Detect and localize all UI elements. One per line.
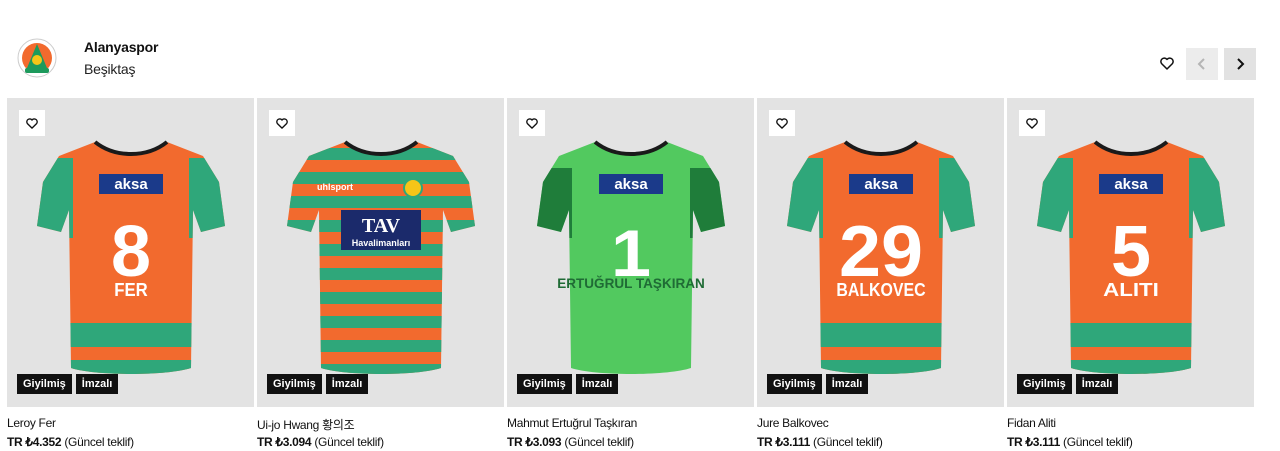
club-name[interactable]: Alanyaspor xyxy=(84,39,158,55)
product-name[interactable]: Ui-jo Hwang 황의조 xyxy=(257,416,355,433)
product-image[interactable]: aksa 5 ALITI xyxy=(1007,98,1254,407)
player-print-text: FER xyxy=(114,280,147,300)
jersey-icon xyxy=(287,142,475,374)
product-card[interactable]: aksa 1 ERTUĞRUL TAŞKIRAN Giyilmiş İmzalı Ma… xyxy=(507,98,754,451)
heart-icon[interactable] xyxy=(269,110,295,136)
sponsor-text: aksa xyxy=(864,176,898,193)
player-print-text: BALKOVEC xyxy=(836,280,925,300)
price-value: TR ₺3.111 xyxy=(1007,435,1060,449)
crest-icon xyxy=(403,178,423,198)
sponsor-text: aksa xyxy=(1114,176,1148,193)
product-price: TR ₺3.111 (Güncel teklif) xyxy=(1007,435,1133,449)
product-name[interactable]: Fidan Aliti xyxy=(1007,416,1056,430)
signed-tag[interactable]: İmzalı xyxy=(75,374,119,394)
heart-icon[interactable] xyxy=(519,110,545,136)
product-price: TR ₺4.352 (Güncel teklif) xyxy=(7,435,134,449)
product-image[interactable]: aksa 29 BALKOVEC xyxy=(757,98,1004,407)
signed-tag[interactable]: İmzalı xyxy=(325,374,369,394)
worn-tag[interactable]: Giyilmiş xyxy=(767,374,822,394)
product-card[interactable]: aksa 29 BALKOVEC Giyilmiş İmzalı Jure Balko… xyxy=(757,98,1004,451)
product-price: TR ₺3.094 (Güncel teklif) xyxy=(257,435,384,449)
product-card[interactable]: TAV Havalimanları uhlsport Giyilmiş İmzalı … xyxy=(257,98,504,451)
header: Alanyaspor Beşiktaş xyxy=(0,0,1280,98)
chevron-left-icon xyxy=(1197,58,1205,70)
price-value: TR ₺3.094 xyxy=(257,435,312,449)
player-print-text: ALITI xyxy=(1103,280,1159,300)
favorite-heart-icon[interactable] xyxy=(1155,51,1179,75)
worn-tag[interactable]: Giyilmiş xyxy=(267,374,322,394)
price-value: TR ₺4.352 xyxy=(7,435,62,449)
price-note: (Güncel teklif) xyxy=(813,435,883,449)
sponsor-text: aksa xyxy=(114,176,148,193)
carousel-prev-button[interactable] xyxy=(1186,48,1218,80)
price-note: (Güncel teklif) xyxy=(564,435,634,449)
signed-tag[interactable]: İmzalı xyxy=(575,374,619,394)
worn-tag[interactable]: Giyilmiş xyxy=(17,374,72,394)
product-price: TR ₺3.093 (Güncel teklif) xyxy=(507,435,634,449)
opponent-name: Beşiktaş xyxy=(84,61,136,77)
product-image[interactable]: TAV Havalimanları uhlsport xyxy=(257,98,504,407)
product-card[interactable]: aksa 8 FER Giyilmiş İmzalı Leroy Fer TR ₺4.… xyxy=(7,98,254,451)
price-note: (Güncel teklif) xyxy=(64,435,134,449)
heart-icon[interactable] xyxy=(769,110,795,136)
product-image[interactable]: aksa 1 ERTUĞRUL TAŞKIRAN xyxy=(507,98,754,407)
product-name[interactable]: Leroy Fer xyxy=(7,416,56,430)
sponsor-text: aksa xyxy=(614,176,648,193)
chevron-right-icon xyxy=(1237,58,1245,70)
product-price: TR ₺3.111 (Güncel teklif) xyxy=(757,435,883,449)
product-image[interactable]: aksa 8 FER xyxy=(7,98,254,407)
product-name[interactable]: Mahmut Ertuğrul Taşkıran xyxy=(507,416,637,430)
sponsor-sub-text: Havalimanları xyxy=(352,238,411,248)
price-note: (Güncel teklif) xyxy=(314,435,384,449)
worn-tag[interactable]: Giyilmiş xyxy=(517,374,572,394)
heart-icon[interactable] xyxy=(1019,110,1045,136)
player-print-text: ERTUĞRUL TAŞKIRAN xyxy=(557,274,705,291)
signed-tag[interactable]: İmzalı xyxy=(1075,374,1119,394)
price-value: TR ₺3.111 xyxy=(757,435,810,449)
product-name[interactable]: Jure Balkovec xyxy=(757,416,829,430)
price-note: (Güncel teklif) xyxy=(1063,435,1133,449)
carousel-next-button[interactable] xyxy=(1224,48,1256,80)
worn-tag[interactable]: Giyilmiş xyxy=(1017,374,1072,394)
signed-tag[interactable]: İmzalı xyxy=(825,374,869,394)
club-logo-icon[interactable] xyxy=(17,38,57,78)
price-value: TR ₺3.093 xyxy=(507,435,562,449)
brand-text: uhlsport xyxy=(317,182,353,192)
sponsor-text: TAV xyxy=(362,215,401,237)
product-card[interactable]: aksa 5 ALITI Giyilmiş İmzalı Fidan Aliti TR… xyxy=(1007,98,1254,451)
heart-icon[interactable] xyxy=(19,110,45,136)
